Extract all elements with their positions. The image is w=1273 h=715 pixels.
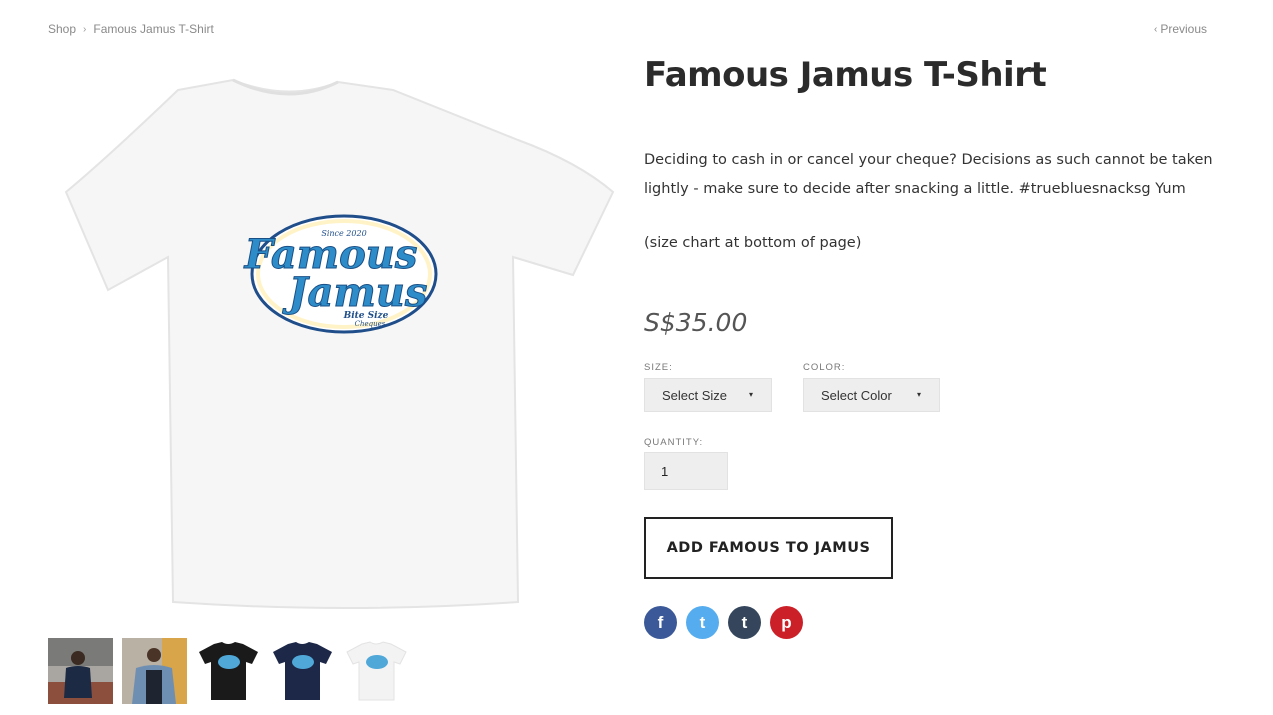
size-chart-note: (size chart at bottom of page): [644, 235, 862, 251]
thumbnail-white-tshirt[interactable]: [344, 638, 409, 704]
add-to-cart-button[interactable]: ADD FAMOUS TO JAMUS: [644, 517, 893, 579]
product-title: Famous Jamus T-Shirt: [644, 55, 1047, 95]
product-main-image[interactable]: Since 2020 Famous Jamus Bite Size Cheque…: [48, 62, 618, 617]
caret-down-icon: ▾: [748, 390, 753, 399]
breadcrumb-shop-link[interactable]: Shop: [48, 22, 76, 36]
tumblr-icon[interactable]: t: [728, 606, 761, 639]
size-label: SIZE:: [644, 362, 673, 373]
pinterest-icon[interactable]: p: [770, 606, 803, 639]
chevron-left-icon: ‹: [1153, 23, 1158, 35]
color-select-value: Select Color: [821, 387, 892, 403]
twitter-icon[interactable]: t: [686, 606, 719, 639]
size-select-value: Select Size: [662, 387, 728, 403]
breadcrumb-current: Famous Jamus T-Shirt: [93, 22, 214, 36]
share-buttons: f t t p: [644, 606, 803, 639]
caret-down-icon: ▾: [916, 390, 921, 399]
quantity-input[interactable]: 1: [644, 452, 728, 490]
breadcrumb-separator: ›: [83, 23, 87, 35]
thumbnail-photo-model-male[interactable]: [122, 638, 187, 704]
breadcrumb: Shop › Famous Jamus T-Shirt: [48, 22, 214, 36]
svg-text:Cheques: Cheques: [355, 320, 386, 328]
thumbnail-navy-tshirt[interactable]: [270, 638, 335, 704]
previous-label: Previous: [1160, 22, 1207, 36]
size-select[interactable]: Select Size ▾: [644, 378, 772, 412]
quantity-label: QUANTITY:: [644, 437, 704, 448]
product-description: Deciding to cash in or cancel your chequ…: [644, 152, 1213, 197]
color-select[interactable]: Select Color ▾: [803, 378, 940, 412]
tshirt-image: Since 2020 Famous Jamus Bite Size Cheque…: [64, 78, 615, 609]
color-label: COLOR:: [803, 362, 846, 373]
previous-link[interactable]: ‹ Previous: [1154, 22, 1207, 36]
facebook-icon[interactable]: f: [644, 606, 677, 639]
thumbnail-photo-model-female[interactable]: [48, 638, 113, 704]
product-price: S$35.00: [644, 308, 748, 337]
svg-text:Jamus: Jamus: [282, 269, 428, 316]
thumbnail-black-tshirt[interactable]: [196, 638, 261, 704]
thumbnail-strip: [48, 638, 409, 704]
